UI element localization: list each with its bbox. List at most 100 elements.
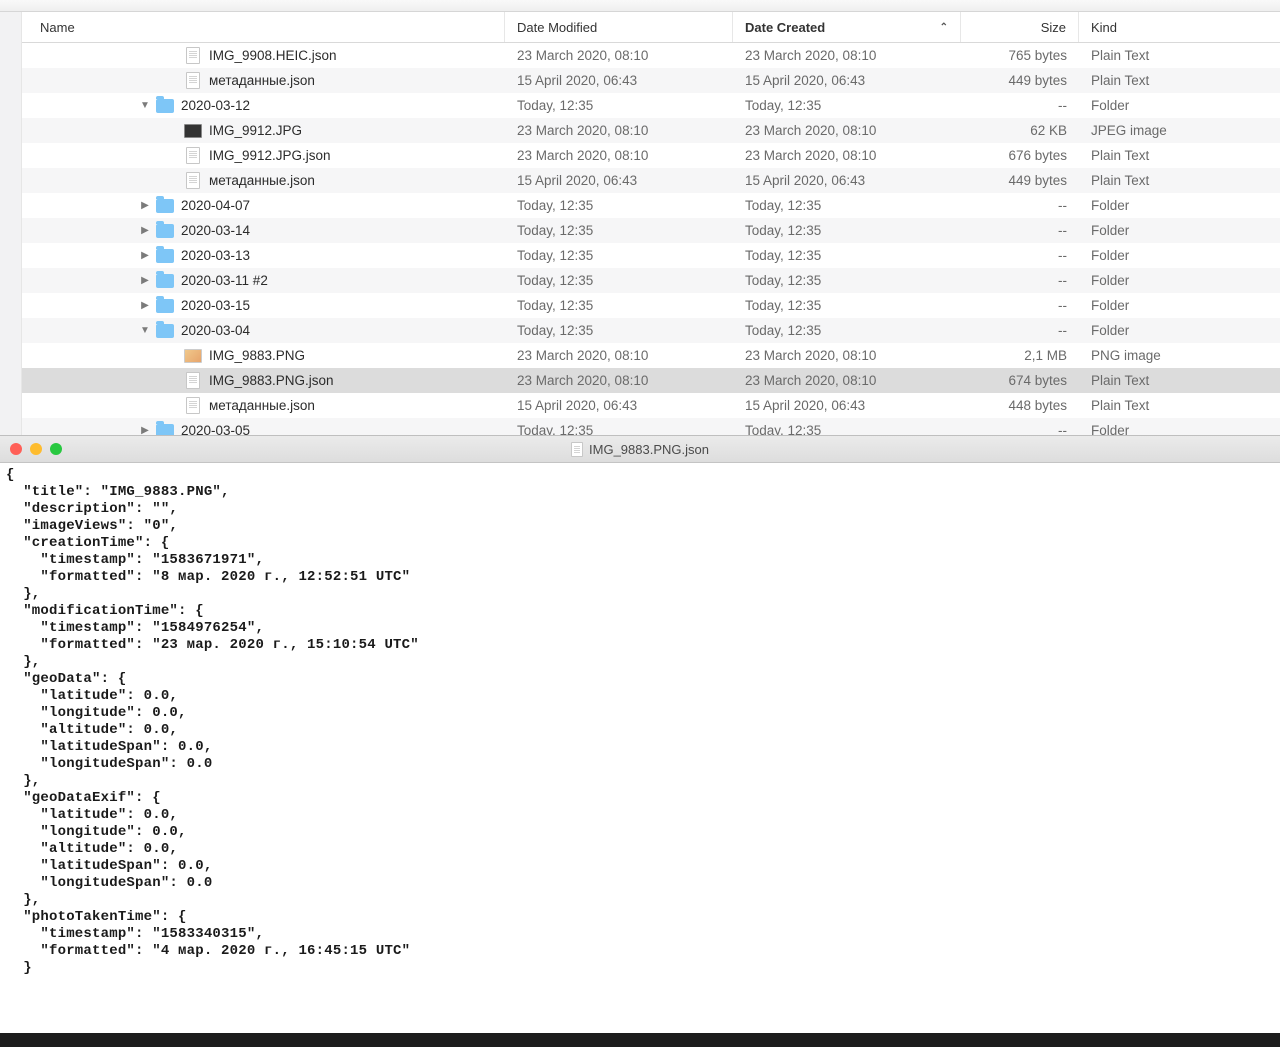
cell-name: ▼2020-03-12: [22, 97, 505, 115]
cell-modified: Today, 12:35: [505, 248, 733, 263]
document-icon: [184, 172, 202, 190]
table-row[interactable]: ▶2020-03-13Today, 12:35Today, 12:35--Fol…: [22, 243, 1280, 268]
table-row[interactable]: IMG_9912.JPG23 March 2020, 08:1023 March…: [22, 118, 1280, 143]
maximize-button[interactable]: [50, 443, 62, 455]
document-icon: [184, 72, 202, 90]
column-header-kind[interactable]: Kind: [1079, 12, 1280, 42]
folder-icon: [156, 272, 174, 290]
cell-created: Today, 12:35: [733, 198, 961, 213]
table-row[interactable]: метаданные.json15 April 2020, 06:4315 Ap…: [22, 68, 1280, 93]
finder-sidebar[interactable]: [0, 12, 22, 435]
table-row[interactable]: метаданные.json15 April 2020, 06:4315 Ap…: [22, 168, 1280, 193]
cell-created: Today, 12:35: [733, 423, 961, 435]
cell-created: Today, 12:35: [733, 323, 961, 338]
disclosure-spacer: [166, 124, 180, 138]
disclosure-spacer: [166, 399, 180, 413]
table-row[interactable]: IMG_9883.PNG.json23 March 2020, 08:1023 …: [22, 368, 1280, 393]
cell-modified: Today, 12:35: [505, 223, 733, 238]
file-name-label: 2020-03-04: [181, 323, 250, 338]
cell-created: Today, 12:35: [733, 273, 961, 288]
table-row[interactable]: метаданные.json15 April 2020, 06:4315 Ap…: [22, 393, 1280, 418]
cell-name: IMG_9912.JPG.json: [22, 147, 505, 165]
file-name-label: 2020-03-13: [181, 248, 250, 263]
table-row[interactable]: ▶2020-03-05Today, 12:35Today, 12:35--Fol…: [22, 418, 1280, 435]
table-row[interactable]: ▶2020-03-14Today, 12:35Today, 12:35--Fol…: [22, 218, 1280, 243]
table-row[interactable]: ▼2020-03-04Today, 12:35Today, 12:35--Fol…: [22, 318, 1280, 343]
cell-modified: Today, 12:35: [505, 423, 733, 435]
window-title: IMG_9883.PNG.json: [571, 442, 709, 457]
cell-created: 23 March 2020, 08:10: [733, 148, 961, 163]
cell-size: 449 bytes: [961, 73, 1079, 88]
chevron-down-icon[interactable]: ▼: [138, 324, 152, 338]
cell-kind: Folder: [1079, 323, 1280, 338]
chevron-right-icon[interactable]: ▶: [138, 249, 152, 263]
minimize-button[interactable]: [30, 443, 42, 455]
editor-titlebar[interactable]: IMG_9883.PNG.json: [0, 436, 1280, 463]
cell-size: 2,1 MB: [961, 348, 1079, 363]
cell-kind: Folder: [1079, 223, 1280, 238]
cell-size: 448 bytes: [961, 398, 1079, 413]
cell-name: ▶2020-03-14: [22, 222, 505, 240]
close-button[interactable]: [10, 443, 22, 455]
table-row[interactable]: ▶2020-03-11 #2Today, 12:35Today, 12:35--…: [22, 268, 1280, 293]
cell-modified: 23 March 2020, 08:10: [505, 373, 733, 388]
folder-icon: [156, 247, 174, 265]
disclosure-spacer: [166, 74, 180, 88]
cell-size: 674 bytes: [961, 373, 1079, 388]
table-row[interactable]: IMG_9912.JPG.json23 March 2020, 08:1023 …: [22, 143, 1280, 168]
editor-content[interactable]: { "title": "IMG_9883.PNG", "description"…: [0, 463, 1280, 1033]
column-header-modified[interactable]: Date Modified: [505, 12, 733, 42]
cell-kind: Folder: [1079, 248, 1280, 263]
disclosure-spacer: [166, 174, 180, 188]
finder-window: Name Date Modified Date Created ⌃ Size K…: [0, 12, 1280, 435]
cell-kind: Folder: [1079, 423, 1280, 435]
table-row[interactable]: ▼2020-03-12Today, 12:35Today, 12:35--Fol…: [22, 93, 1280, 118]
file-name-label: 2020-03-05: [181, 423, 250, 435]
table-row[interactable]: IMG_9883.PNG23 March 2020, 08:1023 March…: [22, 343, 1280, 368]
cell-kind: Plain Text: [1079, 373, 1280, 388]
cell-created: Today, 12:35: [733, 98, 961, 113]
column-header-created[interactable]: Date Created ⌃: [733, 12, 961, 42]
disclosure-spacer: [166, 374, 180, 388]
cell-name: метаданные.json: [22, 397, 505, 415]
chevron-right-icon[interactable]: ▶: [138, 274, 152, 288]
text-editor-window: IMG_9883.PNG.json { "title": "IMG_9883.P…: [0, 435, 1280, 1033]
cell-name: IMG_9883.PNG.json: [22, 372, 505, 390]
cell-kind: Folder: [1079, 273, 1280, 288]
folder-icon: [156, 97, 174, 115]
cell-modified: Today, 12:35: [505, 98, 733, 113]
cell-modified: 15 April 2020, 06:43: [505, 173, 733, 188]
png-thumbnail-icon: [184, 347, 202, 365]
window-title-text: IMG_9883.PNG.json: [589, 442, 709, 457]
cell-size: --: [961, 323, 1079, 338]
table-row[interactable]: ▶2020-03-15Today, 12:35Today, 12:35--Fol…: [22, 293, 1280, 318]
cell-modified: 23 March 2020, 08:10: [505, 123, 733, 138]
file-name-label: метаданные.json: [209, 398, 315, 413]
chevron-right-icon[interactable]: ▶: [138, 199, 152, 213]
column-header-name[interactable]: Name: [22, 12, 505, 42]
cell-name: ▶2020-03-11 #2: [22, 272, 505, 290]
table-row[interactable]: ▶2020-04-07Today, 12:35Today, 12:35--Fol…: [22, 193, 1280, 218]
cell-modified: Today, 12:35: [505, 198, 733, 213]
cell-modified: 23 March 2020, 08:10: [505, 348, 733, 363]
chevron-down-icon[interactable]: ▼: [138, 99, 152, 113]
cell-modified: 23 March 2020, 08:10: [505, 48, 733, 63]
cell-name: IMG_9912.JPG: [22, 122, 505, 140]
cell-name: ▼ 2020-03-04: [22, 322, 505, 340]
chevron-right-icon[interactable]: ▶: [138, 299, 152, 313]
table-row[interactable]: IMG_9908.HEIC.json23 March 2020, 08:1023…: [22, 43, 1280, 68]
cell-size: --: [961, 223, 1079, 238]
cell-name: ▶2020-03-15: [22, 297, 505, 315]
finder-toolbar: [0, 0, 1280, 12]
window-controls: [0, 443, 62, 455]
cell-name: IMG_9908.HEIC.json: [22, 47, 505, 65]
chevron-right-icon[interactable]: ▶: [138, 424, 152, 436]
document-icon: [184, 147, 202, 165]
cell-created: 15 April 2020, 06:43: [733, 73, 961, 88]
cell-kind: Plain Text: [1079, 73, 1280, 88]
cell-name: ▶2020-04-07: [22, 197, 505, 215]
folder-icon: [156, 322, 174, 340]
chevron-right-icon[interactable]: ▶: [138, 224, 152, 238]
file-rows: IMG_9908.HEIC.json23 March 2020, 08:1023…: [22, 43, 1280, 435]
column-header-size[interactable]: Size: [961, 12, 1079, 42]
